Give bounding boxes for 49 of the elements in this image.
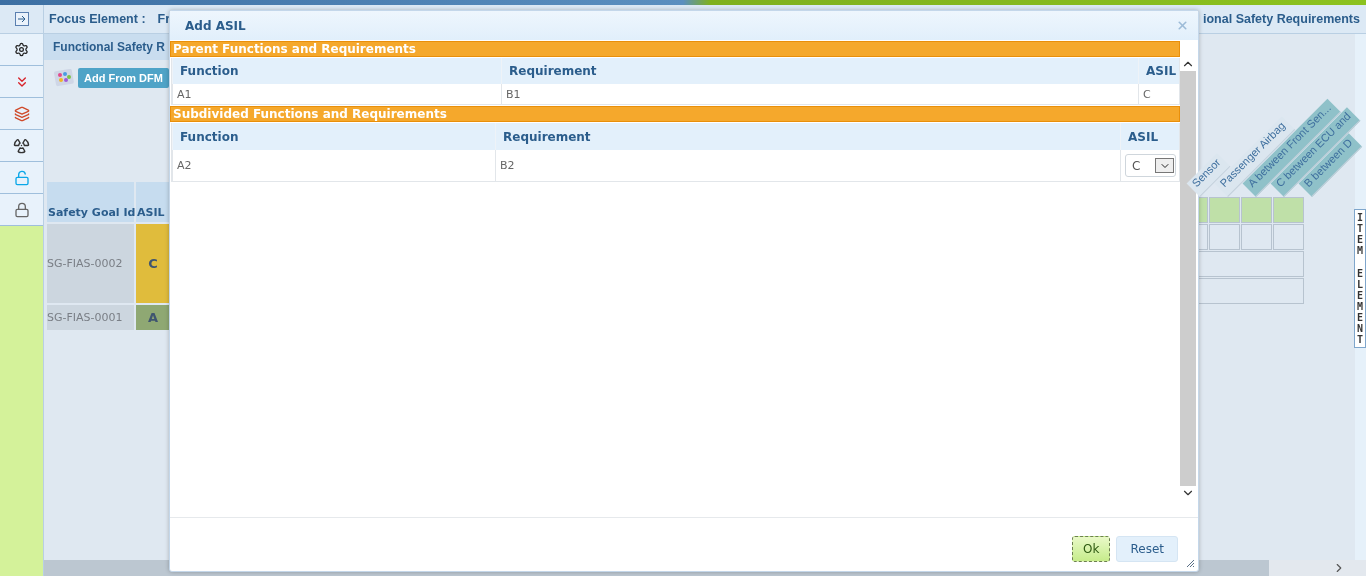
column-header: Function (172, 58, 501, 84)
asil-select[interactable]: C (1125, 154, 1176, 177)
lock-icon (13, 201, 30, 218)
table-cell: C (1138, 84, 1179, 104)
column-header: Requirement (495, 123, 1120, 150)
focus-value: Fr (157, 12, 171, 26)
matrix-cell (1198, 197, 1208, 223)
layers-icon (13, 105, 30, 122)
matrix-cell (1273, 224, 1304, 250)
ok-button[interactable]: Ok (1072, 535, 1111, 562)
section-header: Subdivided Functions and Requirements (170, 106, 1180, 122)
sidebar-button[interactable] (0, 34, 43, 66)
column-header: Safety Goal Id (47, 182, 134, 222)
focus-label: Focus Element : (49, 12, 146, 26)
table-cell: SG-FIAS-0001 (47, 305, 134, 330)
asil-cell: C (136, 224, 170, 303)
dialog-title: Add ASIL (185, 18, 246, 33)
table-cell: A2 (172, 150, 495, 181)
column-header: Requirement (501, 58, 1138, 84)
column-header: Function (172, 123, 495, 150)
table-cell: B1 (501, 84, 1138, 104)
column-header: ASIL (136, 182, 170, 222)
reset-button[interactable]: Reset (1116, 535, 1178, 562)
sidebar-button[interactable] (0, 194, 43, 226)
table-cell: B2 (495, 150, 1120, 181)
exit-panel-icon (13, 11, 30, 27)
vertical-label: ITEM (1356, 212, 1364, 256)
settings-icon (14, 42, 29, 57)
matrix-cell (1273, 197, 1304, 223)
matrix-cell (1198, 224, 1208, 250)
column-header: ASIL (1120, 123, 1179, 150)
matrix-cell (1209, 197, 1240, 223)
matrix-cell (1241, 224, 1272, 250)
close-icon (1175, 19, 1189, 32)
table-cell: SG-FIAS-0002 (47, 224, 134, 303)
resize-grip-icon[interactable] (1186, 559, 1195, 568)
table-cell: A1 (172, 84, 501, 104)
radiation-icon (13, 137, 30, 154)
asil-cell: A (136, 305, 170, 330)
unlock-icon (13, 169, 30, 186)
page-title: ional Safety Requirements (1203, 12, 1360, 26)
matrix-cell (1209, 224, 1240, 250)
section-header: Parent Functions and Requirements (170, 41, 1180, 57)
matrix-cell (1241, 197, 1272, 223)
sidebar-button[interactable] (0, 130, 43, 162)
vertical-label: ELEMENT (1356, 268, 1364, 345)
column-header: ASIL (1138, 58, 1179, 84)
panel-title: Functional Safety R (44, 34, 169, 60)
palette-grid-icon (54, 69, 74, 87)
